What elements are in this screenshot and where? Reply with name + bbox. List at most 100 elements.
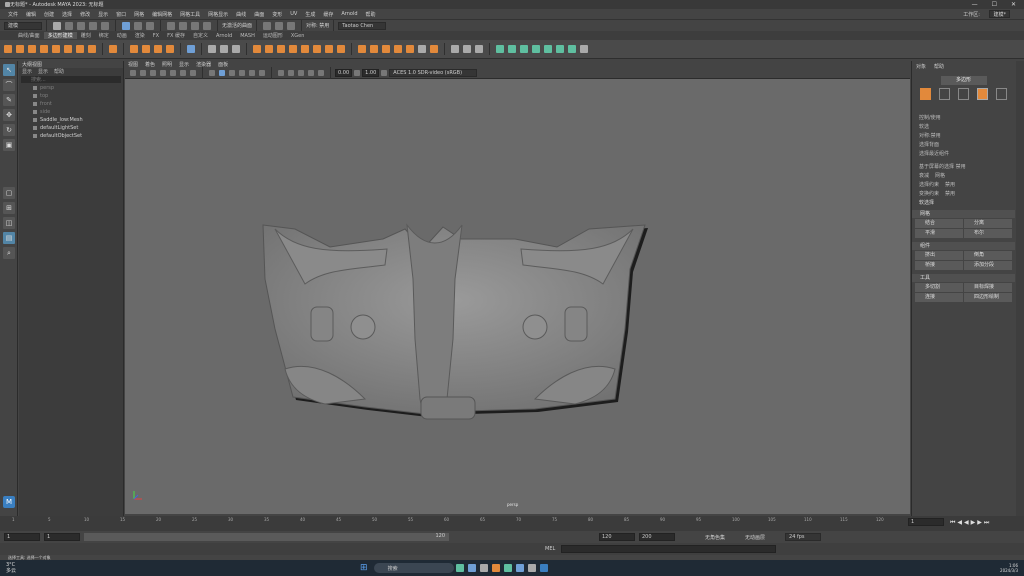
outliner-menu-item[interactable]: 帮助 [54, 68, 64, 75]
paint-select-icon[interactable]: ✎ [3, 94, 15, 106]
saddle-mesh-model[interactable] [125, 79, 910, 514]
menu-help[interactable]: 帮助 [366, 11, 376, 18]
smooth-shade-icon[interactable] [219, 70, 225, 76]
menu-modify[interactable]: 修改 [80, 11, 90, 18]
taskbar-app-icon[interactable] [527, 564, 536, 572]
boolean-difference-icon[interactable] [265, 45, 273, 53]
tool-button[interactable]: 分离 [964, 219, 1012, 228]
select-by-component-icon[interactable] [146, 21, 154, 30]
snap-point-icon[interactable] [191, 21, 199, 30]
menu-cache[interactable]: 缓存 [323, 11, 333, 18]
start-frame-field[interactable]: 1 [4, 533, 40, 541]
maya-m-icon[interactable]: M [3, 496, 15, 508]
smooth-icon[interactable] [232, 45, 240, 53]
sweep-mesh-icon[interactable] [142, 45, 150, 53]
snap-grid-icon[interactable] [167, 21, 175, 30]
xray-icon[interactable] [278, 70, 284, 76]
edge-mode-icon[interactable] [958, 88, 969, 100]
lights-icon[interactable] [249, 70, 255, 76]
wireframe-icon[interactable] [209, 70, 215, 76]
outliner-menu-item[interactable]: 显示 [38, 68, 48, 75]
taskbar-app-icon[interactable] [479, 564, 488, 572]
end-frame-field[interactable]: 200 [639, 533, 675, 541]
close-button[interactable]: ✕ [1011, 1, 1016, 8]
wedge-icon[interactable] [430, 45, 438, 53]
time-slider[interactable]: 1 5 10 15 20 25 30 35 40 45 50 55 60 65 70 75 80 85 90 95 10… [0, 516, 1024, 531]
shelf-tab-motion-graphics[interactable]: 运动图形 [259, 32, 287, 39]
side-by-side-view-icon[interactable]: ◫ [3, 217, 15, 229]
tab-object[interactable]: 对象 [916, 63, 926, 70]
boolean-union-icon[interactable] [253, 45, 261, 53]
multi-cut-icon[interactable] [451, 45, 459, 53]
shelf-tab-xgen[interactable]: XGen [287, 33, 309, 39]
viewport-menu-panels[interactable]: 面板 [218, 61, 228, 68]
attr-row[interactable]: 衰减 网格 [912, 171, 1015, 180]
outliner-item[interactable]: top [19, 92, 123, 100]
tool-button[interactable]: 添加分段 [964, 261, 1012, 270]
attr-row[interactable]: 选择约束 禁用 [912, 180, 1015, 189]
outliner-item[interactable]: front [19, 100, 123, 108]
range-end-field[interactable]: 120 [599, 533, 635, 541]
shadows-icon[interactable] [259, 70, 265, 76]
shelf-tab-rigging[interactable]: 绑定 [95, 32, 113, 39]
menu-mesh[interactable]: 网格 [134, 11, 144, 18]
gamma-icon[interactable] [354, 70, 361, 76]
vertex-mode-icon[interactable] [939, 88, 950, 100]
rotate-tool-icon[interactable]: ↻ [3, 124, 15, 136]
range-bar[interactable]: 120 [84, 533, 449, 541]
menu-windows[interactable]: 窗口 [116, 11, 126, 18]
poly-disc-icon[interactable] [76, 45, 84, 53]
outliner-search-input[interactable]: 搜索... [21, 76, 121, 83]
sphere-object-icon[interactable] [109, 45, 117, 53]
fps-dropdown[interactable]: 24 fps [785, 533, 822, 541]
menu-file[interactable]: 文件 [8, 11, 18, 18]
tool-button[interactable]: 多切割 [915, 283, 963, 292]
new-scene-icon[interactable] [53, 21, 61, 30]
character-set-dropdown[interactable]: 无角色集 [705, 534, 725, 541]
collapse-icon[interactable] [406, 45, 414, 53]
redo-icon[interactable] [101, 21, 109, 30]
maya-taskbar-icon[interactable] [539, 564, 548, 572]
save-scene-icon[interactable] [77, 21, 85, 30]
menu-surfaces[interactable]: 曲面 [254, 11, 264, 18]
poke-icon[interactable] [418, 45, 426, 53]
windows-start-icon[interactable]: ⊞ [360, 563, 368, 573]
range-start-field[interactable]: 1 [44, 533, 80, 541]
viewport-3d[interactable]: persp [125, 79, 910, 514]
current-frame-field[interactable]: 1 [908, 518, 944, 526]
menu-edit[interactable]: 编辑 [26, 11, 36, 18]
select-by-object-icon[interactable] [134, 21, 142, 30]
viewport-menu-lighting[interactable]: 照明 [162, 61, 172, 68]
fill-hole-icon[interactable] [301, 45, 309, 53]
outliner-menu-item[interactable]: 显示 [22, 68, 32, 75]
color-management-icon[interactable] [381, 70, 388, 76]
outliner-item[interactable]: defaultLightSet [19, 124, 123, 132]
poly-cone-icon[interactable] [40, 45, 48, 53]
snap-curve-icon[interactable] [179, 21, 187, 30]
system-clock[interactable]: 1:06 2024/3/3 [1000, 563, 1018, 573]
poly-cylinder-icon[interactable] [28, 45, 36, 53]
menu-edit-mesh[interactable]: 编辑网格 [152, 11, 172, 18]
user-account-dropdown[interactable]: Taotao Chen [338, 21, 387, 30]
resolution-gate-icon[interactable] [190, 70, 196, 76]
exposure-field[interactable]: 0.00 [335, 69, 353, 77]
reduce-icon[interactable] [313, 45, 321, 53]
symmetry-label[interactable]: 对称: 禁用 [306, 22, 329, 29]
taskbar-browser-icon[interactable] [467, 564, 476, 572]
merge-icon[interactable] [394, 45, 402, 53]
tool-button[interactable]: 结合 [915, 219, 963, 228]
menu-create[interactable]: 创建 [44, 11, 54, 18]
outliner-item[interactable]: defaultObjectSet [19, 132, 123, 140]
shelf-tab-fx[interactable]: FX [149, 33, 163, 39]
menu-display[interactable]: 显示 [98, 11, 108, 18]
ambient-occlusion-icon[interactable] [298, 70, 304, 76]
workspace-selector[interactable]: 工作区: 建模* [955, 10, 1010, 18]
uv-automatic-icon[interactable] [532, 45, 540, 53]
shelf-tab-curves[interactable]: 曲线/曲面 [14, 32, 44, 39]
tool-button[interactable]: 四边形绘制 [964, 293, 1012, 302]
bevel-icon[interactable] [382, 45, 390, 53]
mel-label[interactable]: MEL [545, 546, 555, 552]
isolate-select-icon[interactable] [288, 70, 294, 76]
playback-controls[interactable]: ⏮◀◀▶▶⏭ [950, 519, 991, 527]
bridge-icon[interactable] [370, 45, 378, 53]
